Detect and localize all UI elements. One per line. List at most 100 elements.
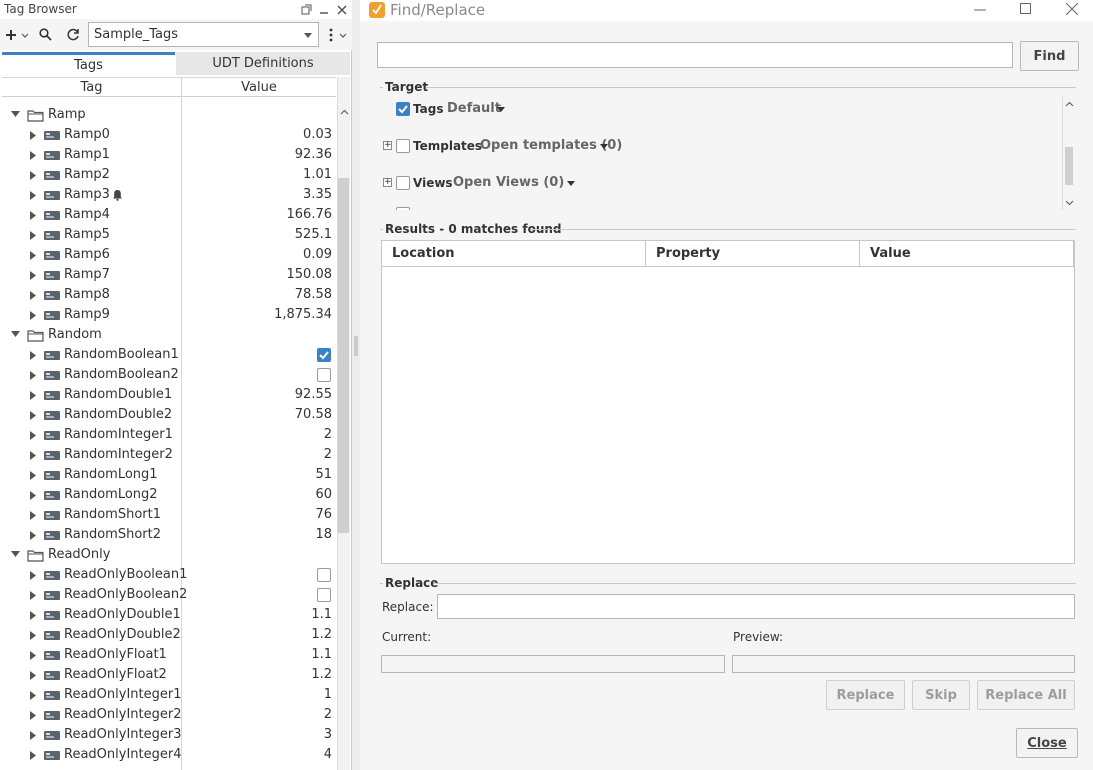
- chevron-right-icon[interactable]: [30, 751, 36, 760]
- table-row[interactable]: RandomInteger1 2: [2, 425, 336, 445]
- templates-checkbox[interactable]: [396, 139, 410, 153]
- chevron-right-icon[interactable]: [30, 391, 36, 400]
- table-row[interactable]: ReadOnlyFloat2 1.2: [2, 665, 336, 685]
- chevron-right-icon[interactable]: [30, 251, 36, 260]
- tag-tree-scroll-thumb[interactable]: [338, 178, 349, 533]
- tree-folder-row[interactable]: Ramp: [2, 105, 336, 125]
- table-row[interactable]: RandomBoolean1: [2, 345, 336, 365]
- tab-tags[interactable]: Tags: [2, 52, 175, 75]
- chevron-right-icon[interactable]: [30, 171, 36, 180]
- chevron-right-icon[interactable]: [30, 131, 36, 140]
- column-header-location[interactable]: Location: [382, 241, 646, 266]
- find-button[interactable]: Find: [1020, 41, 1079, 71]
- chevron-right-icon[interactable]: [30, 311, 36, 320]
- close-icon[interactable]: [1066, 3, 1078, 15]
- add-tag-button[interactable]: [3, 25, 31, 44]
- find-input[interactable]: [377, 42, 1013, 68]
- replace-button[interactable]: Replace: [826, 680, 905, 710]
- table-row[interactable]: Ramp4 166.76: [2, 205, 336, 225]
- table-row[interactable]: ReadOnlyInteger3 3: [2, 725, 336, 745]
- views-dropdown[interactable]: Open Views (0): [453, 175, 564, 190]
- chevron-right-icon[interactable]: [30, 511, 36, 520]
- chevron-right-icon[interactable]: [30, 591, 36, 600]
- chevron-right-icon[interactable]: [30, 611, 36, 620]
- target-scrollbar[interactable]: [1062, 97, 1075, 210]
- refresh-icon[interactable]: [64, 25, 82, 44]
- table-row[interactable]: ReadOnlyDouble2 1.2: [2, 625, 336, 645]
- chevron-right-icon[interactable]: [30, 371, 36, 380]
- chevron-right-icon[interactable]: [30, 291, 36, 300]
- chevron-right-icon[interactable]: [30, 671, 36, 680]
- table-row[interactable]: RandomLong1 51: [2, 465, 336, 485]
- tag-provider-dropdown[interactable]: Sample_Tags: [88, 22, 319, 47]
- replace-all-button[interactable]: Replace All: [977, 680, 1075, 710]
- chevron-right-icon[interactable]: [30, 411, 36, 420]
- chevron-right-icon[interactable]: [30, 631, 36, 640]
- target-scroll-thumb[interactable]: [1065, 147, 1073, 185]
- replace-input[interactable]: [437, 594, 1075, 619]
- tab-udt-definitions[interactable]: UDT Definitions: [176, 52, 350, 75]
- float-window-icon[interactable]: [298, 0, 314, 19]
- table-row[interactable]: RandomDouble2 70.58: [2, 405, 336, 425]
- more-options-icon[interactable]: [323, 25, 349, 44]
- tag-value-checkbox[interactable]: [317, 348, 331, 362]
- tag-value-checkbox[interactable]: [317, 568, 331, 582]
- expand-templates-icon[interactable]: +: [383, 141, 392, 150]
- table-row[interactable]: Ramp1 92.36: [2, 145, 336, 165]
- chevron-right-icon[interactable]: [30, 711, 36, 720]
- panel-splitter[interactable]: [352, 0, 360, 770]
- table-row[interactable]: RandomDouble1 92.55: [2, 385, 336, 405]
- table-row[interactable]: RandomInteger2 2: [2, 445, 336, 465]
- chevron-right-icon[interactable]: [30, 531, 36, 540]
- minimize-icon[interactable]: [974, 5, 986, 15]
- expand-views-icon[interactable]: +: [383, 178, 392, 187]
- table-row[interactable]: RandomLong2 60: [2, 485, 336, 505]
- table-row[interactable]: ReadOnlyBoolean1: [2, 565, 336, 585]
- chevron-right-icon[interactable]: [30, 571, 36, 580]
- chevron-right-icon[interactable]: [30, 651, 36, 660]
- skip-button[interactable]: Skip: [912, 680, 970, 710]
- column-header-property[interactable]: Property: [646, 241, 860, 266]
- table-row[interactable]: Ramp6 0.09: [2, 245, 336, 265]
- chevron-right-icon[interactable]: [30, 231, 36, 240]
- search-icon[interactable]: [36, 25, 54, 44]
- maximize-icon[interactable]: [1020, 3, 1032, 15]
- tree-folder-row[interactable]: ReadOnly: [2, 545, 336, 565]
- chevron-right-icon[interactable]: [30, 691, 36, 700]
- table-row[interactable]: RandomShort1 76: [2, 505, 336, 525]
- table-row[interactable]: Ramp5 525.1: [2, 225, 336, 245]
- table-row[interactable]: ReadOnlyFloat1 1.1: [2, 645, 336, 665]
- table-row[interactable]: ReadOnlyDouble1 1.1: [2, 605, 336, 625]
- chevron-right-icon[interactable]: [30, 431, 36, 440]
- column-header-value[interactable]: Value: [860, 241, 1074, 266]
- table-row[interactable]: Ramp2 1.01: [2, 165, 336, 185]
- tags-provider-dropdown[interactable]: Default: [447, 101, 501, 116]
- tags-checkbox[interactable]: [396, 102, 410, 116]
- close-button[interactable]: Close: [1016, 728, 1078, 758]
- chevron-right-icon[interactable]: [30, 211, 36, 220]
- table-row[interactable]: ReadOnlyInteger4 4: [2, 745, 336, 765]
- table-row[interactable]: Ramp9 1,875.34: [2, 305, 336, 325]
- table-row[interactable]: Ramp0 0.03: [2, 125, 336, 145]
- chevron-right-icon[interactable]: [30, 491, 36, 500]
- more-target-checkbox[interactable]: [396, 207, 410, 210]
- table-row[interactable]: ReadOnlyBoolean2: [2, 585, 336, 605]
- chevron-right-icon[interactable]: [30, 471, 36, 480]
- tag-value-checkbox[interactable]: [317, 588, 331, 602]
- views-checkbox[interactable]: [396, 176, 410, 190]
- table-row[interactable]: Ramp7 150.08: [2, 265, 336, 285]
- table-row[interactable]: RandomBoolean2: [2, 365, 336, 385]
- chevron-right-icon[interactable]: [30, 191, 36, 200]
- close-icon[interactable]: [334, 0, 350, 19]
- minimize-icon[interactable]: [316, 0, 332, 19]
- column-header-tag[interactable]: Tag: [2, 78, 181, 97]
- table-row[interactable]: ReadOnlyInteger2 2: [2, 705, 336, 725]
- chevron-down-icon[interactable]: [11, 111, 20, 118]
- tag-value-checkbox[interactable]: [317, 368, 331, 382]
- column-header-value[interactable]: Value: [182, 78, 336, 97]
- chevron-right-icon[interactable]: [30, 151, 36, 160]
- chevron-right-icon[interactable]: [30, 351, 36, 360]
- table-row[interactable]: Ramp3 3.35: [2, 185, 336, 205]
- tree-folder-row[interactable]: Random: [2, 325, 336, 345]
- chevron-right-icon[interactable]: [30, 271, 36, 280]
